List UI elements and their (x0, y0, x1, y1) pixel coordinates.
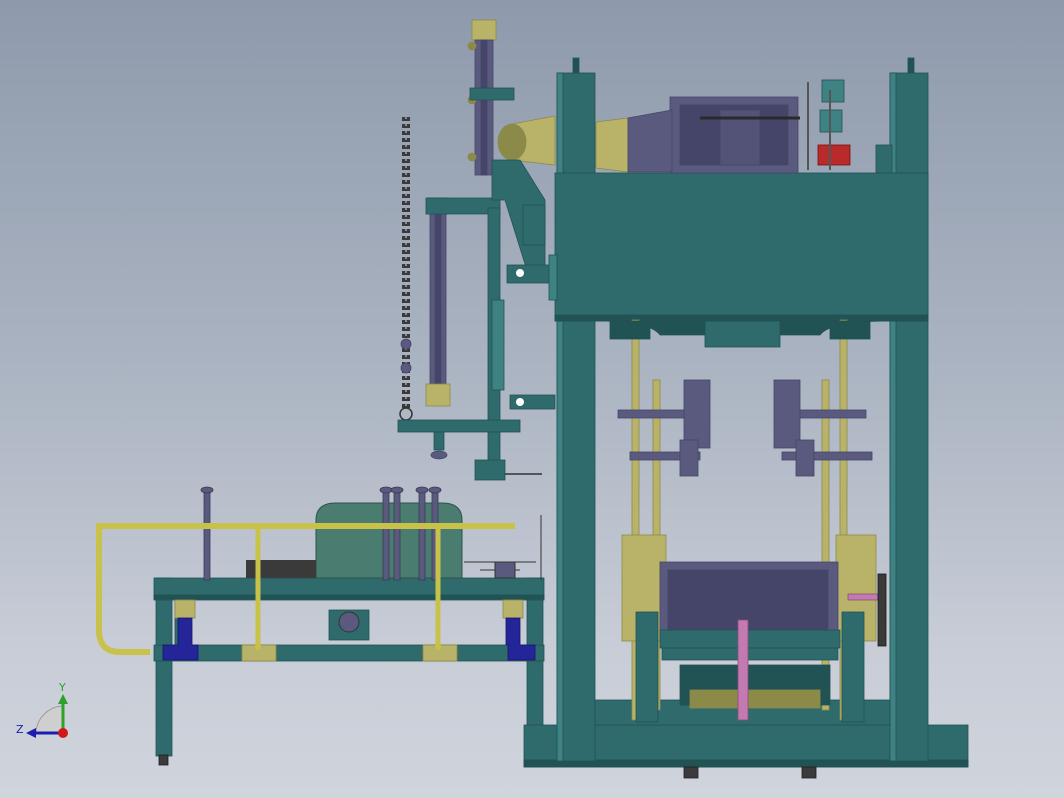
bracket-arm (397, 159, 558, 481)
gauge-box (821, 79, 845, 103)
table-leg-left (155, 577, 173, 757)
triad-arc (35, 705, 64, 734)
table-foot-left (158, 754, 169, 766)
press-foot-2 (801, 766, 817, 779)
z-axis-label: Z (16, 723, 24, 736)
x-axis-dot (58, 728, 68, 738)
axis-triad: Y Z (16, 681, 68, 738)
chain-assembly (399, 117, 413, 421)
y-axis-arrow (58, 694, 68, 704)
press-crown (554, 172, 929, 322)
lower-die (621, 534, 887, 723)
conveyor-table (96, 486, 545, 766)
y-axis-label: Y (58, 681, 66, 694)
table-roller (328, 609, 370, 641)
cad-viewport[interactable]: Y Z (0, 0, 1064, 798)
red-valve (817, 144, 851, 166)
z-axis-arrow (26, 728, 36, 738)
machine-assembly-drawing: Y Z (16, 19, 969, 779)
brass-cone (595, 117, 629, 173)
table-lower-rail (153, 644, 545, 662)
press-foot-1 (683, 766, 699, 779)
